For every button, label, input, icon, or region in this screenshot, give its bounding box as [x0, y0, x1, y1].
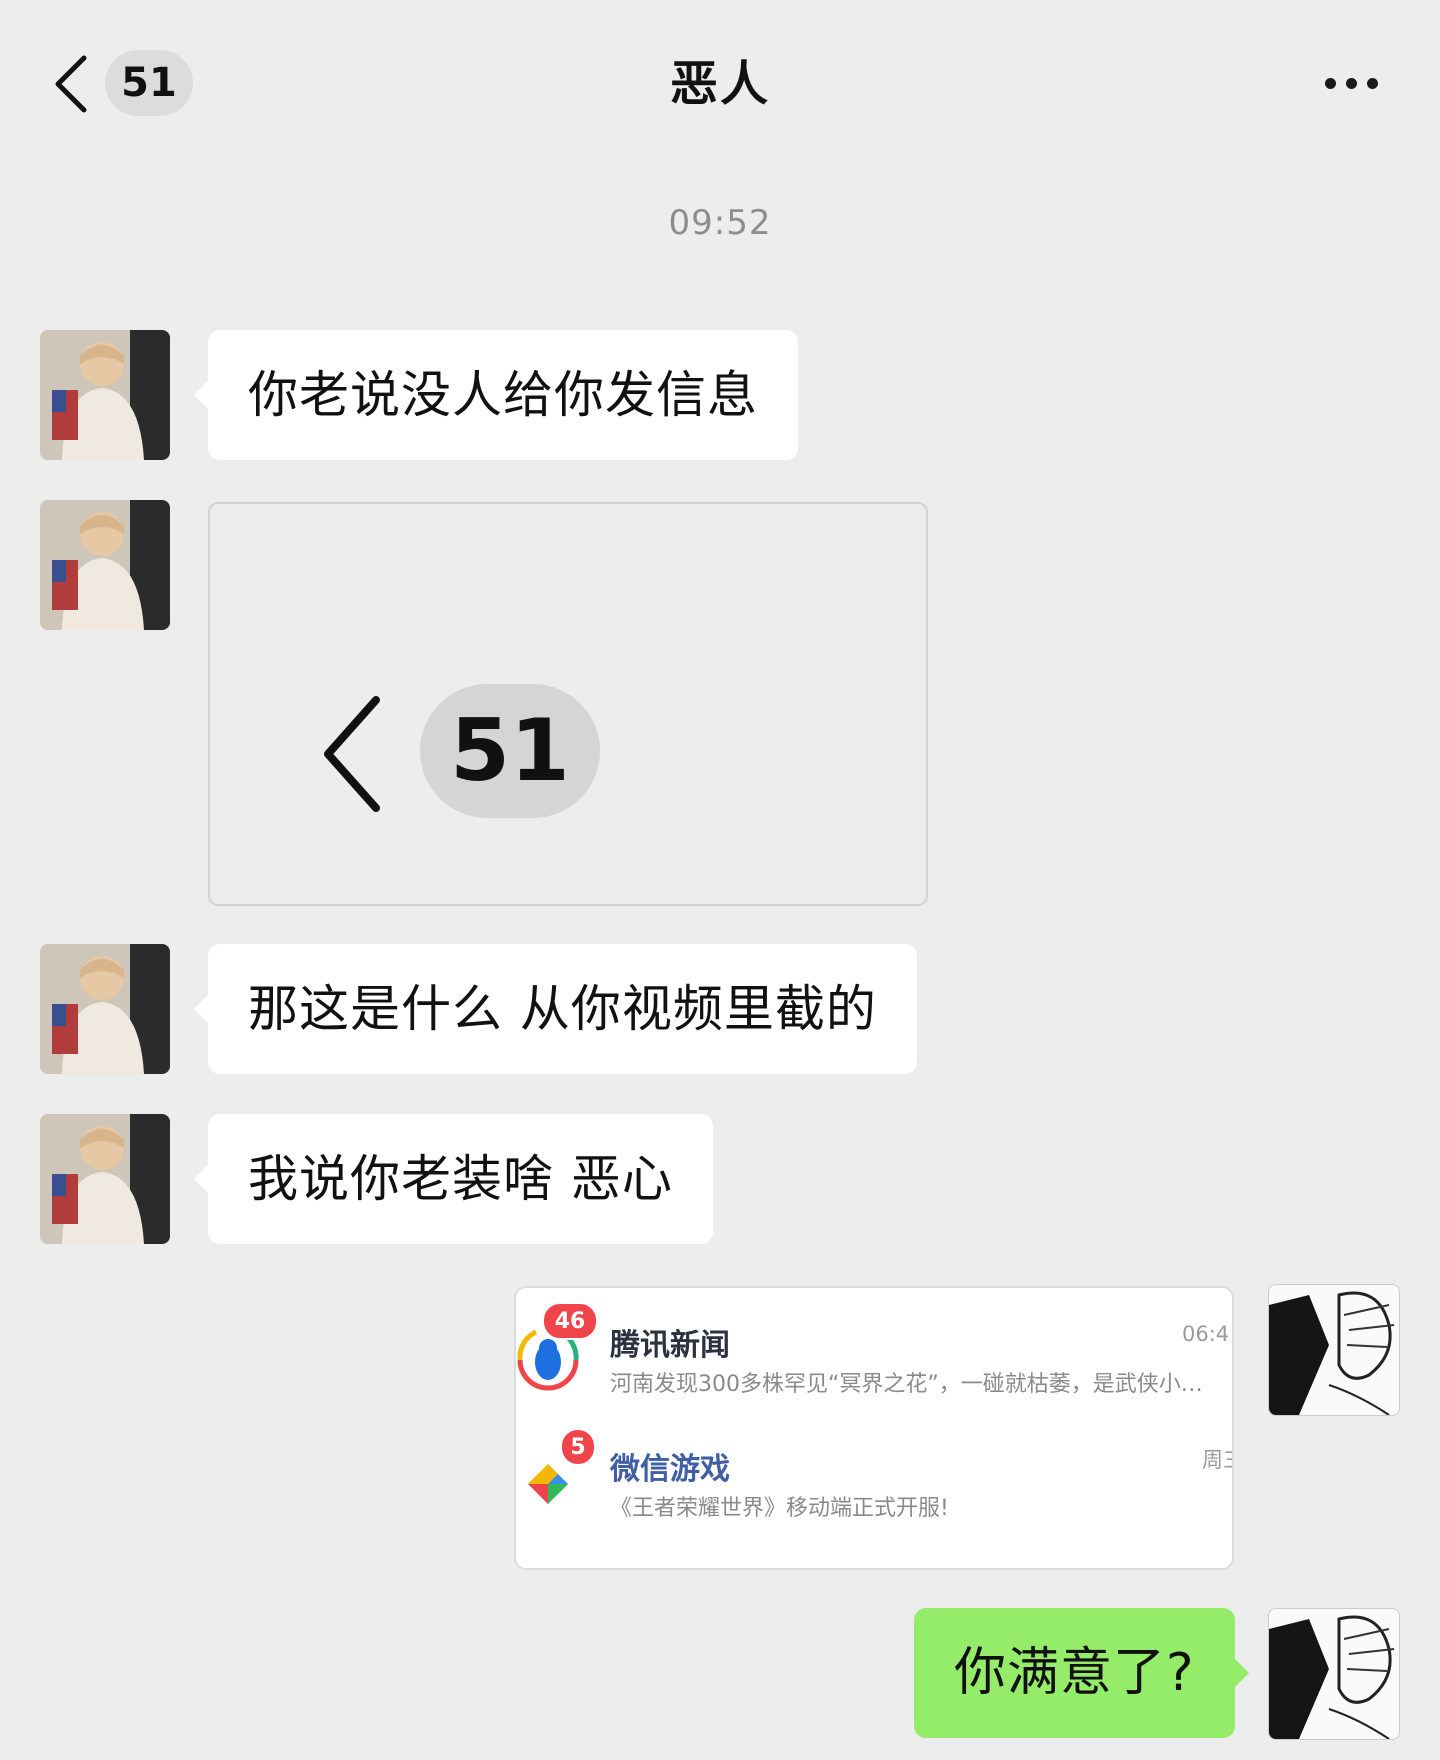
- notification-title: 腾讯新闻: [610, 1328, 730, 1363]
- notification-subtitle: 河南发现300多株罕见“冥界之花”，一碰就枯萎，是武侠小…: [610, 1372, 1203, 1397]
- message-timestamp: 09:52: [668, 203, 772, 243]
- message-bubble-sent[interactable]: 你满意了?: [914, 1608, 1249, 1738]
- contact-avatar[interactable]: [40, 500, 170, 630]
- message-bubble-received[interactable]: 那这是什么 从你视频里截的: [194, 944, 917, 1074]
- manga-avatar-icon: [1269, 1285, 1399, 1415]
- my-avatar[interactable]: [1268, 1284, 1400, 1416]
- chat-title: 恶人: [669, 56, 770, 112]
- unread-badge: 46: [542, 1302, 598, 1340]
- contact-avatar[interactable]: [40, 944, 170, 1074]
- notification-time: 周三: [1202, 1448, 1232, 1472]
- manga-avatar-icon: [1269, 1609, 1399, 1739]
- contact-avatar[interactable]: [40, 330, 170, 460]
- contact-avatar[interactable]: [40, 1114, 170, 1244]
- avatar-photo-icon: [40, 500, 170, 630]
- notification-row: 46 腾讯新闻 河南发现300多株罕见“冥界之花”，一碰就枯萎，是武侠小… 06…: [516, 1288, 1232, 1418]
- unread-badge: 5: [560, 1428, 596, 1466]
- avatar-photo-icon: [40, 330, 170, 460]
- notification-subtitle: 《王者荣耀世界》移动端正式开服!: [610, 1496, 949, 1521]
- more-options-icon[interactable]: [1325, 78, 1378, 89]
- notification-screenshot-message[interactable]: 46 腾讯新闻 河南发现300多株罕见“冥界之花”，一碰就枯萎，是武侠小… 06…: [514, 1286, 1234, 1570]
- avatar-photo-icon: [40, 944, 170, 1074]
- screenshot-count-badge: 51: [420, 684, 600, 818]
- notification-time: 06:4: [1182, 1322, 1230, 1346]
- avatar-photo-icon: [40, 1114, 170, 1244]
- back-chevron-icon: [324, 696, 380, 812]
- image-message[interactable]: 51: [208, 502, 928, 906]
- notification-row: 5 微信游戏 《王者荣耀世界》移动端正式开服! 周三: [516, 1418, 1232, 1548]
- message-bubble-received[interactable]: 你老说没人给你发信息: [194, 330, 798, 460]
- message-bubble-received[interactable]: 我说你老装啥 恶心: [194, 1114, 713, 1244]
- my-avatar[interactable]: [1268, 1608, 1400, 1740]
- notification-title: 微信游戏: [610, 1452, 730, 1487]
